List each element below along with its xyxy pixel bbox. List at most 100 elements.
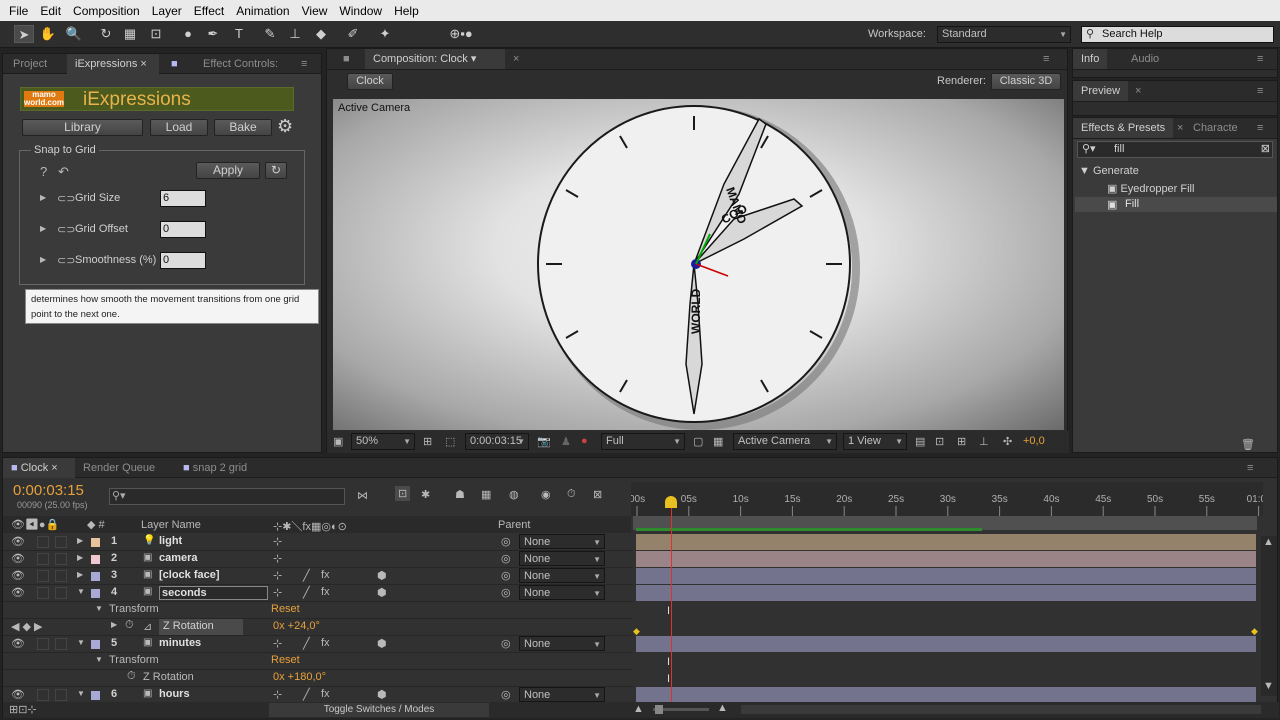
expand-arrow-icon[interactable]: ▶	[40, 224, 46, 233]
label-color-swatch[interactable]	[91, 555, 100, 564]
keyframe-nav-icon[interactable]: ◀ ◆ ▶	[11, 620, 43, 633]
quality-switch-icon[interactable]: ╱	[303, 637, 310, 650]
solo-switch[interactable]	[37, 553, 49, 565]
parent-dropdown[interactable]: None	[519, 636, 605, 652]
layer-search-input[interactable]: ⚲▾	[109, 488, 345, 505]
tab-preview[interactable]: Preview	[1073, 81, 1129, 101]
chevron-down-icon[interactable]: ▼	[77, 587, 85, 596]
current-timecode[interactable]: 0:00:03:15	[13, 482, 84, 499]
roto-brush-tool-icon[interactable]: ✐	[343, 25, 363, 43]
3d-layer-icon[interactable]: ⬢	[377, 586, 387, 599]
label-color-swatch[interactable]	[91, 640, 100, 649]
refresh-icon[interactable]: ↻	[265, 162, 287, 179]
label-color-swatch[interactable]	[91, 572, 100, 581]
zoom-slider-handle[interactable]	[655, 705, 663, 714]
camera-tool-icon[interactable]: ▦	[120, 25, 140, 43]
solo-switch[interactable]	[37, 570, 49, 582]
tab-composition-clock[interactable]: Composition: Clock ▾	[365, 49, 505, 69]
pen-tool-icon[interactable]: ✒	[203, 25, 223, 43]
expand-arrow-icon[interactable]: ▶	[77, 570, 83, 579]
layer-duration-bar[interactable]	[636, 636, 1256, 652]
layer-name[interactable]: [clock face]	[159, 569, 220, 581]
pick-whip-icon[interactable]: ◎	[501, 637, 511, 650]
exposure-value[interactable]: +0,0	[1023, 435, 1045, 447]
fx-switch-icon[interactable]: fx	[321, 637, 330, 649]
tab-audio[interactable]: Audio	[1123, 49, 1167, 69]
zoom-in-icon[interactable]: ▲	[717, 702, 728, 714]
time-ruler[interactable]: 00s 05s 10s 15s 20s 25s 30s 35s 40s 45s 50s 55s 01:0…	[631, 482, 1263, 516]
lock-switch[interactable]	[55, 570, 67, 582]
eye-icon[interactable]: 👁	[11, 586, 25, 599]
panel-menu-icon[interactable]: ≡	[1239, 458, 1261, 478]
eye-icon[interactable]: 👁	[11, 535, 25, 548]
label-color-swatch[interactable]	[91, 691, 100, 700]
lock-icon[interactable]: ■	[163, 54, 186, 74]
layer-duration-bar[interactable]	[636, 687, 1256, 703]
layer-row[interactable]: 👁 ▼ 5 ▣ minutes ⊹ ╱ fx ⬢ ◎ None	[3, 636, 633, 653]
z-rotation-value[interactable]: 0x +180,0°	[273, 671, 326, 683]
pick-whip-icon[interactable]: ◎	[501, 586, 511, 599]
toggle-switches-modes-button[interactable]: Toggle Switches / Modes	[269, 703, 489, 717]
chevron-down-icon[interactable]: ▼	[77, 638, 85, 647]
eye-icon[interactable]: 👁	[11, 552, 25, 565]
toggle-pixel-icon[interactable]: ▤	[915, 435, 925, 448]
menu-edit[interactable]: Edit	[34, 4, 67, 18]
chevron-down-icon[interactable]: ▼	[1263, 680, 1274, 692]
menu-animation[interactable]: Animation	[230, 4, 295, 18]
layer-name[interactable]: seconds	[159, 586, 268, 600]
bake-button[interactable]: Bake	[214, 119, 272, 136]
pick-whip-icon[interactable]: ◎	[501, 569, 511, 582]
fx-switch-icon[interactable]: fx	[321, 586, 330, 598]
vertical-scrollbar[interactable]: ▲ ▼	[1261, 536, 1277, 696]
layer-name[interactable]: hours	[159, 688, 190, 700]
layer-row[interactable]: 👁 ▶ 3 ▣ [clock face] ⊹ ╱ fx ⬢ ◎ None	[3, 568, 633, 585]
3d-layer-icon[interactable]: ⬢	[377, 569, 387, 582]
tab-render-queue[interactable]: Render Queue	[75, 458, 163, 478]
playhead-handle[interactable]	[665, 496, 677, 508]
parent-dropdown[interactable]: None	[519, 551, 605, 567]
3d-layer-icon[interactable]: ⬢	[377, 688, 387, 701]
help-icon[interactable]: ?	[40, 164, 47, 179]
panel-menu-icon[interactable]: ≡	[1035, 49, 1057, 69]
effect-item-eyedropper-fill[interactable]: ▣ Eyedropper Fill	[1107, 182, 1194, 195]
shy-switch-icon[interactable]: ⊹	[273, 552, 282, 565]
selection-tool-icon[interactable]: ➤	[14, 25, 34, 43]
grid-size-input[interactable]: 6	[160, 190, 206, 207]
layer-duration-bar[interactable]	[636, 551, 1256, 567]
tab-project[interactable]: Project	[5, 54, 55, 74]
zoom-tool-icon[interactable]: 🔍	[64, 25, 84, 43]
load-button[interactable]: Load	[150, 119, 208, 136]
library-button[interactable]: Library	[22, 119, 143, 136]
stopwatch-icon[interactable]: ⏱	[127, 670, 136, 683]
parent-dropdown[interactable]: None	[519, 585, 605, 601]
settings-gear-icon[interactable]: ⚙	[277, 116, 293, 137]
effects-search-input[interactable]: ⚲▾ fill ⊠	[1077, 141, 1273, 158]
puppet-tool-icon[interactable]: ✦	[375, 25, 395, 43]
keyframe-icon[interactable]: ◆	[1251, 626, 1258, 637]
solo-switch[interactable]	[37, 587, 49, 599]
comp-clock-tab[interactable]: Clock	[347, 73, 393, 90]
exposure-icon[interactable]: ✣	[1003, 435, 1012, 448]
menu-composition[interactable]: Composition	[67, 4, 146, 18]
quality-switch-icon[interactable]: ╱	[303, 569, 310, 582]
layer-name[interactable]: light	[159, 535, 182, 547]
graph-editor-icon[interactable]: ◉	[541, 488, 551, 501]
tab-effect-controls[interactable]: Effect Controls:	[195, 54, 286, 74]
generate-category[interactable]: ▼ Generate	[1079, 165, 1139, 177]
channel-icon[interactable]: ●	[581, 435, 588, 447]
lock-switch[interactable]	[55, 553, 67, 565]
current-time-field[interactable]: 0:00:03:15	[465, 433, 529, 450]
close-icon[interactable]: ×	[140, 58, 146, 70]
frame-blending-icon[interactable]: ▦	[481, 488, 491, 501]
playhead-line[interactable]	[671, 498, 672, 703]
expand-arrow-icon[interactable]: ▶	[77, 553, 83, 562]
smoothness-input[interactable]: 0	[160, 252, 206, 269]
draft-3d-icon[interactable]: ✱	[421, 488, 430, 501]
clone-stamp-tool-icon[interactable]: ⊥	[285, 25, 305, 43]
apply-button[interactable]: Apply	[196, 162, 260, 179]
workspace-dropdown[interactable]: Standard	[937, 26, 1071, 43]
parent-dropdown[interactable]: None	[519, 568, 605, 584]
z-rotation-value[interactable]: 0x +24,0°	[273, 620, 320, 632]
grid-offset-input[interactable]: 0	[160, 221, 206, 238]
fx-switch-icon[interactable]: fx	[321, 569, 330, 581]
